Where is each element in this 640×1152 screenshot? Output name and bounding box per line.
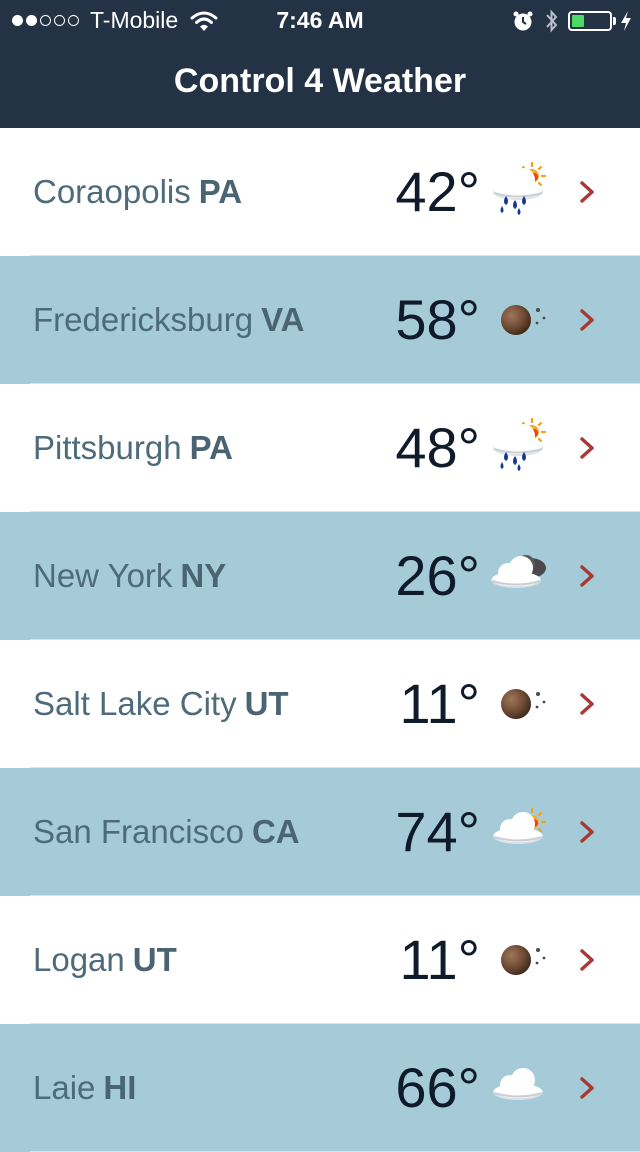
partly-sunny-icon bbox=[492, 807, 547, 845]
location-row[interactable]: Salt Lake City UT 11° bbox=[0, 640, 640, 768]
city-name: Logan UT bbox=[33, 896, 177, 1024]
city-name: San Francisco CA bbox=[33, 768, 300, 896]
city-label: Coraopolis bbox=[33, 173, 191, 210]
status-bar: T-Mobile 7:46 AM bbox=[0, 0, 640, 40]
alarm-clock-icon bbox=[513, 11, 533, 31]
battery-tip bbox=[613, 17, 616, 25]
city-label: Pittsburgh bbox=[33, 429, 182, 466]
city-name: Pittsburgh PA bbox=[33, 384, 233, 512]
city-label: Logan bbox=[33, 941, 125, 978]
city-name: Fredericksburg VA bbox=[33, 256, 304, 384]
clear-night-icon bbox=[501, 305, 546, 335]
chevron-right-icon[interactable] bbox=[576, 562, 598, 590]
chevron-right-icon[interactable] bbox=[576, 306, 598, 334]
location-row[interactable]: Pittsburgh PA 48° bbox=[0, 384, 640, 512]
location-row[interactable]: Laie HI 66° bbox=[0, 1024, 640, 1152]
temperature: 11° bbox=[399, 672, 480, 735]
status-right-group bbox=[512, 8, 632, 34]
temperature: 11° bbox=[399, 928, 480, 991]
state-code: VA bbox=[261, 301, 305, 338]
state-code: UT bbox=[132, 941, 177, 978]
cloudy-night-icon bbox=[490, 555, 546, 589]
location-list: Coraopolis PA 42° Fredericksburg VA 58° Pittsb… bbox=[0, 128, 640, 1152]
city-label: Salt Lake City bbox=[33, 685, 237, 722]
state-code: NY bbox=[180, 557, 227, 594]
state-code: CA bbox=[251, 813, 300, 850]
rain-sun-icon bbox=[492, 162, 547, 215]
page-title: Control 4 Weather bbox=[173, 62, 467, 100]
state-code: PA bbox=[189, 429, 233, 466]
chevron-right-icon[interactable] bbox=[576, 178, 598, 206]
city-name: Coraopolis PA bbox=[33, 128, 242, 256]
city-name: Laie HI bbox=[33, 1024, 136, 1152]
battery-icon bbox=[568, 11, 612, 31]
cloud-icon bbox=[492, 1067, 544, 1101]
location-row[interactable]: Fredericksburg VA 58° bbox=[0, 256, 640, 384]
city-label: Laie bbox=[33, 1069, 96, 1106]
chevron-right-icon[interactable] bbox=[576, 818, 598, 846]
location-row[interactable]: Coraopolis PA 42° bbox=[0, 128, 640, 256]
clear-night-icon bbox=[501, 945, 546, 975]
temperature: 26° bbox=[395, 544, 480, 607]
city-label: New York bbox=[33, 557, 173, 594]
battery-level bbox=[572, 15, 584, 27]
city-name: Salt Lake City UT bbox=[33, 640, 289, 768]
location-row[interactable]: New York NY 26° bbox=[0, 512, 640, 640]
location-row[interactable]: Logan UT 11° bbox=[0, 896, 640, 1024]
temperature: 66° bbox=[395, 1056, 480, 1119]
state-code: PA bbox=[198, 173, 243, 210]
temperature: 58° bbox=[395, 288, 480, 351]
bluetooth-icon bbox=[546, 9, 558, 33]
chevron-right-icon[interactable] bbox=[576, 434, 598, 462]
location-row[interactable]: San Francisco CA 74° bbox=[0, 768, 640, 896]
clear-night-icon bbox=[501, 689, 546, 719]
temperature: 48° bbox=[395, 416, 480, 479]
state-code: HI bbox=[103, 1069, 137, 1106]
app-header: T-Mobile 7:46 AM Control 4 Weather bbox=[0, 0, 640, 128]
chevron-right-icon[interactable] bbox=[576, 690, 598, 718]
city-label: San Francisco bbox=[33, 813, 244, 850]
charging-bolt-icon bbox=[621, 11, 631, 31]
temperature: 42° bbox=[395, 160, 480, 223]
temperature: 74° bbox=[395, 800, 480, 863]
state-code: UT bbox=[244, 685, 289, 722]
rain-sun-icon bbox=[492, 418, 547, 471]
chevron-right-icon[interactable] bbox=[576, 1074, 598, 1102]
city-label: Fredericksburg bbox=[33, 301, 254, 338]
city-name: New York NY bbox=[33, 512, 226, 640]
chevron-right-icon[interactable] bbox=[576, 946, 598, 974]
